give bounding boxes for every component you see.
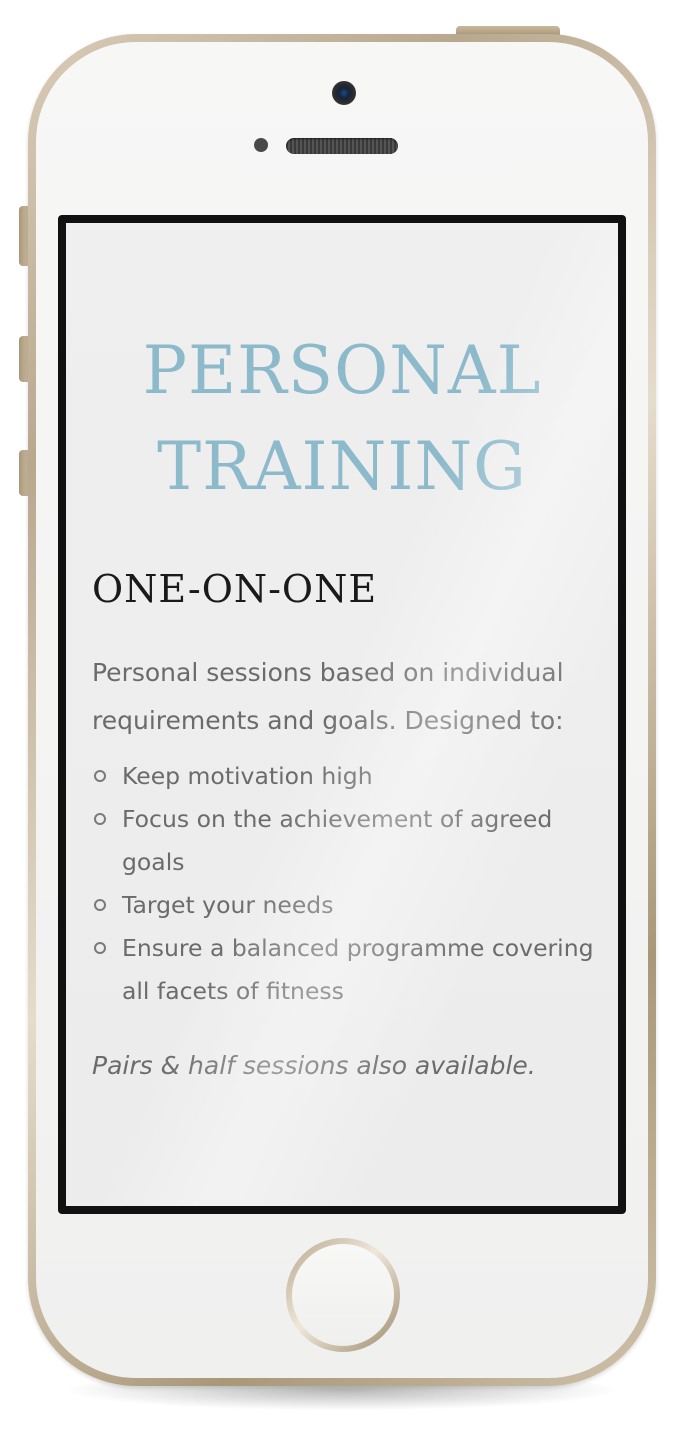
home-button-face <box>292 1244 394 1346</box>
list-item: Focus on the achievement of agreed goals <box>92 798 602 884</box>
page-title-line-1: PERSONAL <box>142 332 542 409</box>
camera-icon <box>332 81 356 105</box>
page-title-line-2: TRAINING <box>157 428 527 505</box>
bullet-circle-icon <box>94 770 106 782</box>
bullet-circle-icon <box>94 813 106 825</box>
list-item-text: Ensure a balanced programme covering all… <box>122 934 594 1005</box>
phone-screen: PERSONAL TRAINING ONE-ON-ONE Personal se… <box>66 223 618 1206</box>
list-item-text: Focus on the achievement of agreed goals <box>122 805 553 876</box>
home-button-icon[interactable] <box>286 1238 400 1352</box>
speaker-icon <box>286 138 398 154</box>
bullet-circle-icon <box>94 899 106 911</box>
list-item-text: Keep motivation high <box>122 762 373 790</box>
intro-text: Personal sessions based on individual re… <box>92 658 564 735</box>
list-item: Keep motivation high <box>92 755 602 798</box>
benefits-list: Keep motivation high Focus on the achiev… <box>92 755 602 1013</box>
list-item-text: Target your needs <box>122 891 334 919</box>
section-heading: ONE-ON-ONE <box>92 567 378 611</box>
proximity-sensor-icon <box>254 138 268 152</box>
availability-note: Pairs & half sessions also available. <box>92 1051 536 1080</box>
bullet-circle-icon <box>94 942 106 954</box>
list-item: Target your needs <box>92 884 602 927</box>
list-item: Ensure a balanced programme covering all… <box>92 927 602 1013</box>
page-title: PERSONAL TRAINING <box>66 323 618 515</box>
